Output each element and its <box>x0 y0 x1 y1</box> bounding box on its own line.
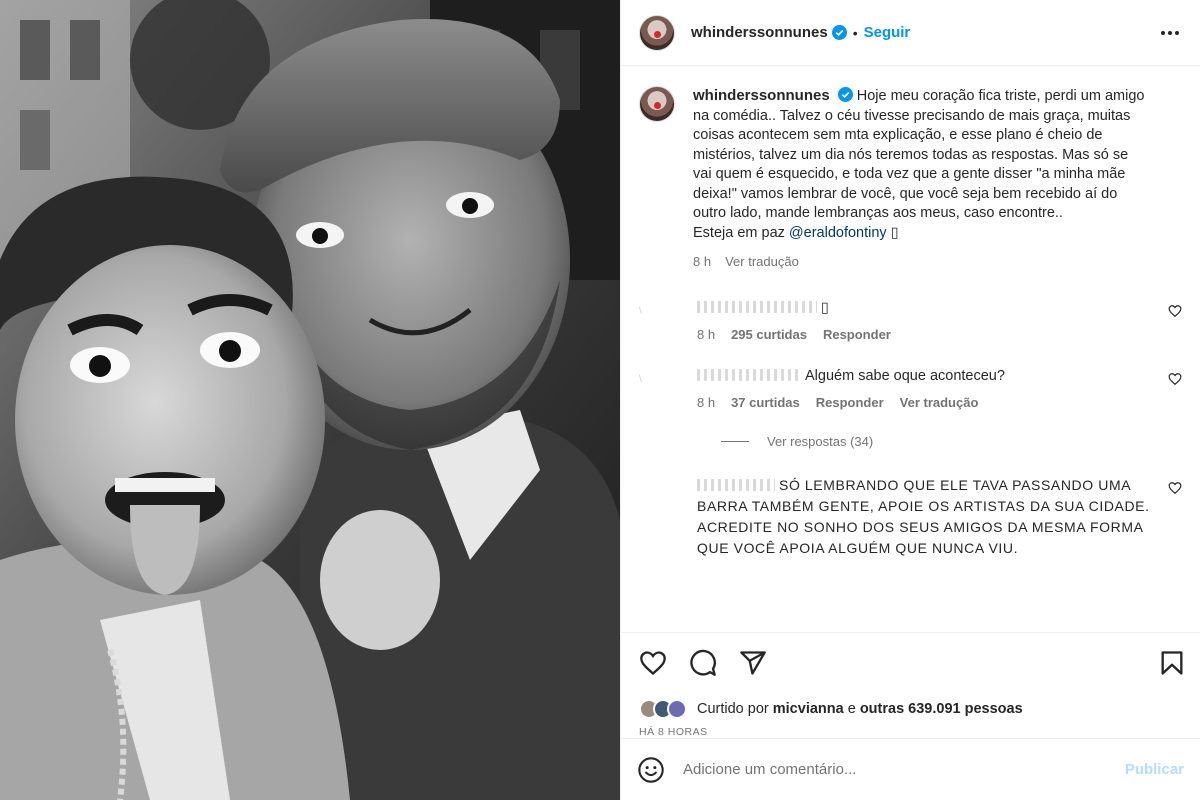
likes-user-link[interactable]: micvianna <box>773 701 844 717</box>
separator-dot: • <box>852 24 858 41</box>
follow-button[interactable]: Seguir <box>864 24 911 41</box>
liker-avatar <box>667 699 687 719</box>
comment-like-heart-icon[interactable] <box>1168 481 1182 495</box>
comment-item: \ ▯ 8 h 295 curtidas Responder <box>639 298 1182 342</box>
emoji-icon[interactable] <box>637 756 665 784</box>
view-replies-label: Ver respostas (34) <box>767 433 874 449</box>
publish-button[interactable]: Publicar <box>1125 761 1184 778</box>
comment-meta: 8 h 295 curtidas Responder <box>697 327 1156 342</box>
caption-mention-link[interactable]: @eraldofontiny <box>789 225 887 241</box>
comment-avatar[interactable]: \ <box>639 374 653 388</box>
likes-conjunction: e <box>847 701 856 717</box>
comment-see-translation[interactable]: Ver tradução <box>900 395 979 410</box>
post-caption: whinderssonnunes Hoje meu coração fica t… <box>639 86 1182 272</box>
comment-time: 8 h <box>697 394 716 410</box>
comment-text: Alguém sabe oque aconteceu? <box>805 367 1005 384</box>
likes-summary: Curtido por micvianna e outras 639.091 p… <box>639 699 1186 719</box>
post-details-panel: whinderssonnunes • Seguir whinderssonnun… <box>620 0 1200 800</box>
comment-reply-button[interactable]: Responder <box>823 327 891 342</box>
verified-badge-icon <box>831 25 847 40</box>
likes-others-link[interactable]: outras 639.091 pessoas <box>860 701 1023 717</box>
liker-avatars[interactable] <box>639 699 687 719</box>
comments-section[interactable]: whinderssonnunes Hoje meu coração fica t… <box>621 66 1200 632</box>
verified-badge-icon <box>837 87 853 102</box>
comment-text: ▯ <box>821 299 829 316</box>
comment-username-redacted <box>697 368 801 381</box>
comment-time: 8 h <box>697 326 716 342</box>
comment-item: \ Alguém sabe oque aconteceu? 8 h 37 cur… <box>639 366 1182 410</box>
share-icon[interactable] <box>739 649 767 677</box>
caption-peace-prefix: Esteja em paz <box>693 224 785 241</box>
comment-like-heart-icon[interactable] <box>1168 372 1182 386</box>
post-photo-image <box>0 0 620 800</box>
caption-author-avatar[interactable] <box>639 86 675 122</box>
post-photo[interactable] <box>0 0 620 800</box>
comment-username-redacted <box>697 300 817 313</box>
caption-see-translation[interactable]: Ver tradução <box>725 252 799 272</box>
caption-time: 8 h <box>693 254 712 269</box>
action-icons-row <box>639 649 1186 677</box>
caption-trailing-glyph: ▯ <box>890 224 899 241</box>
caption-username[interactable]: whinderssonnunes <box>693 87 830 104</box>
comment-avatar[interactable]: \ <box>639 306 653 320</box>
comment-likes-count[interactable]: 295 curtidas <box>731 327 807 342</box>
add-comment-bar: Publicar <box>621 738 1200 800</box>
caption-text: Hoje meu coração fica triste, perdi um a… <box>693 88 1145 221</box>
comment-likes-count[interactable]: 37 curtidas <box>731 395 800 410</box>
author-username[interactable]: whinderssonnunes <box>691 24 828 41</box>
post-header: whinderssonnunes • Seguir <box>621 0 1200 66</box>
instagram-post-modal: whinderssonnunes • Seguir whinderssonnun… <box>0 0 1200 800</box>
comment-meta: 8 h 37 curtidas Responder Ver tradução <box>697 395 1156 410</box>
like-heart-icon[interactable] <box>639 649 667 677</box>
comment-icon[interactable] <box>689 649 717 677</box>
post-timestamp[interactable]: HÁ 8 HORAS <box>639 726 1186 738</box>
comment-like-heart-icon[interactable] <box>1168 304 1182 318</box>
replies-divider-line <box>721 440 749 442</box>
likes-prefix: Curtido por <box>697 701 769 717</box>
author-avatar[interactable] <box>639 14 675 51</box>
view-replies-button[interactable]: Ver respostas (34) <box>639 434 1182 449</box>
comment-username-redacted <box>697 478 775 491</box>
comment-item: SÓ LEMBRANDO QUE ELE TAVA PASSANDO UMA B… <box>639 475 1182 559</box>
more-options-icon[interactable] <box>1158 21 1182 45</box>
bookmark-icon[interactable] <box>1158 649 1186 677</box>
caption-meta: 8 h Ver tradução <box>693 252 1145 272</box>
comment-input[interactable] <box>683 761 1125 778</box>
post-actions: Curtido por micvianna e outras 639.091 p… <box>621 632 1200 738</box>
comment-reply-button[interactable]: Responder <box>816 395 884 410</box>
